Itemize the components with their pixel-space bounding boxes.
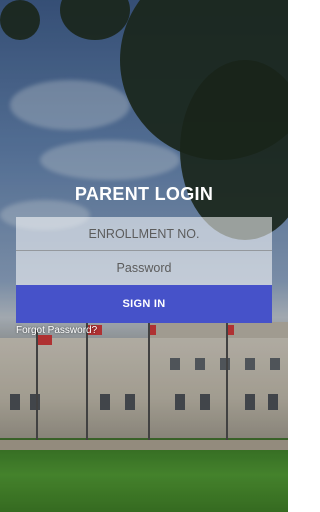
forgot-password-link[interactable]: Forgot Password? <box>16 325 97 336</box>
sign-in-button[interactable]: SIGN IN <box>16 285 272 323</box>
page-title: PARENT LOGIN <box>74 184 214 204</box>
password-input[interactable] <box>16 251 272 285</box>
enrollment-input[interactable] <box>16 217 272 251</box>
